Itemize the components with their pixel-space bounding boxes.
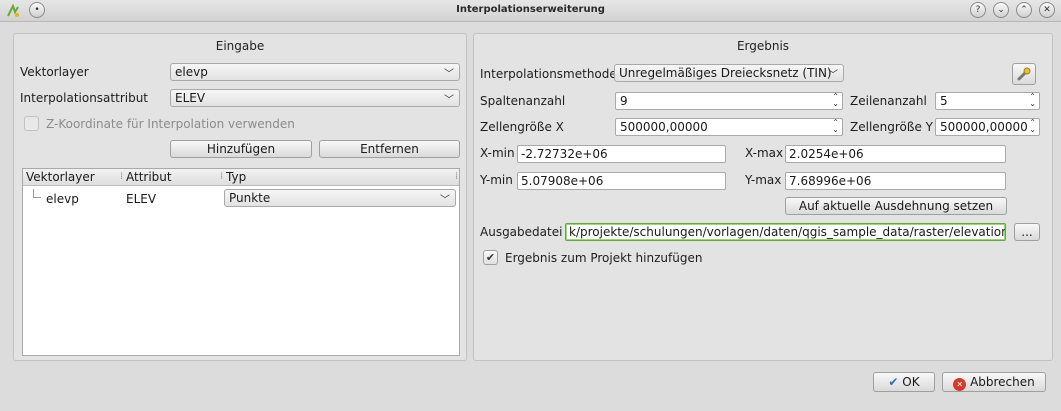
attribute-label: Interpolationsattribut [20, 91, 149, 105]
spin-arrows-icon[interactable]: ⌃ ⌄ [832, 119, 839, 134]
xmax-field[interactable]: 2.0254e+06 [785, 145, 1006, 163]
cellsize-x-spinbox[interactable]: 500000,00000 ⌃ ⌄ [615, 118, 843, 136]
close-icon[interactable]: ✕ [1039, 2, 1055, 18]
ymin-field[interactable]: 5.07908e+06 [517, 172, 726, 190]
vector-layer-value: elevp [175, 65, 208, 79]
check-icon: ✔ [888, 375, 899, 389]
row-attribute-cell: ELEV [126, 192, 157, 206]
window-title: Interpolationserweiterung [456, 4, 605, 15]
add-to-project-label: Ergebnis zum Projekt hinzufügen [505, 251, 703, 265]
ymax-label: Y-max [745, 173, 782, 187]
layer-table[interactable]: Vektorlayer ⁞ Attribut ⁞ Typ ⁞ elevp ELE… [22, 168, 460, 356]
chevron-down-icon: ﹀ [444, 69, 454, 80]
input-group: Eingabe Vektorlayer elevp ﹀ Interpolatio… [13, 33, 467, 361]
tree-branch [33, 189, 41, 198]
table-header: Vektorlayer ⁞ Attribut ⁞ Typ ⁞ [23, 169, 459, 186]
columns-spinbox[interactable]: 9 ⌃ ⌄ [615, 92, 843, 110]
cancel-icon: ✕ [953, 378, 967, 391]
minimize-icon[interactable]: ⌄ [993, 2, 1009, 18]
row-layer-cell: elevp [46, 192, 79, 206]
output-group-title: Ergebnis [736, 39, 790, 53]
ok-button[interactable]: ✔ OK [873, 372, 935, 392]
cellsize-y-label: Zellengröße Y [850, 120, 933, 134]
column-header-layer[interactable]: Vektorlayer [26, 170, 95, 184]
title-bar: • Interpolationserweiterung ? ⌄ ⌃ ✕ [0, 0, 1061, 22]
cellsize-y-value: 500000,00000 [940, 120, 1028, 134]
wrench-icon [1017, 67, 1031, 81]
chevron-down-icon: ﹀ [440, 195, 450, 206]
output-group: Ergebnis Interpolationsmethode Unregelmä… [473, 33, 1053, 361]
method-combo[interactable]: Unregelmäßiges Dreiecksnetz (TIN) ﹀ [614, 64, 844, 82]
maximize-icon[interactable]: ⌃ [1016, 2, 1032, 18]
dialog-button-bar: ✔ OK ✕ Abbrechen [0, 365, 1061, 411]
cellsize-y-spinbox[interactable]: 500000,00000 ⌃ ⌄ [935, 118, 1040, 136]
chevron-down-icon: ﹀ [828, 70, 838, 81]
vector-layer-combo[interactable]: elevp ﹀ [170, 63, 460, 81]
vector-layer-label: Vektorlayer [20, 65, 89, 79]
xmin-label: X-min [480, 146, 515, 160]
columns-label: Spaltenanzahl [480, 94, 566, 108]
spin-arrows-icon[interactable]: ⌃ ⌄ [1029, 119, 1036, 134]
output-file-field[interactable]: k/projekte/schulungen/vorlagen/daten/qgi… [565, 223, 1006, 241]
spin-arrows-icon[interactable]: ⌃ ⌄ [832, 93, 839, 108]
output-file-label: Ausgabedatei [480, 225, 563, 239]
cancel-label: Abbrechen [970, 375, 1035, 389]
cancel-button[interactable]: ✕ Abbrechen [942, 372, 1046, 392]
xmax-label: X-max [745, 146, 784, 160]
add-to-project-checkbox[interactable]: ✔ [483, 250, 498, 265]
attribute-combo[interactable]: ELEV ﹀ [170, 89, 460, 107]
spin-arrows-icon[interactable]: ⌃ ⌄ [1029, 93, 1036, 108]
row-type-combo[interactable]: Punkte ﹀ [224, 189, 456, 207]
ymax-field[interactable]: 7.68996e+06 [785, 172, 1006, 190]
cellsize-x-label: Zellengröße X [480, 120, 564, 134]
xmin-field[interactable]: -2.72732e+06 [517, 145, 726, 163]
set-current-extent-button[interactable]: Auf aktuelle Ausdehnung setzen [785, 197, 1007, 215]
z-coordinate-label: Z-Koordinate für Interpolation verwenden [46, 117, 295, 131]
rows-value: 5 [940, 94, 948, 108]
row-type-value: Punkte [229, 191, 271, 205]
column-header-attribute[interactable]: Attribut [126, 170, 172, 184]
input-group-title: Eingabe [215, 39, 265, 53]
z-coordinate-checkbox[interactable] [24, 116, 39, 131]
rows-label: Zeilenanzahl [850, 94, 927, 108]
attribute-value: ELEV [175, 91, 206, 105]
method-settings-button[interactable] [1012, 63, 1036, 85]
browse-button[interactable]: ... [1014, 223, 1040, 241]
chevron-down-icon: ﹀ [444, 95, 454, 106]
rows-spinbox[interactable]: 5 ⌃ ⌄ [935, 92, 1040, 110]
method-value: Unregelmäßiges Dreiecksnetz (TIN) [619, 66, 832, 80]
ymin-label: Y-min [480, 173, 513, 187]
columns-value: 9 [620, 94, 628, 108]
cellsize-x-value: 500000,00000 [620, 120, 708, 134]
column-header-type[interactable]: Typ [226, 170, 246, 184]
remove-button[interactable]: Entfernen [319, 140, 460, 158]
help-icon[interactable]: ? [970, 2, 986, 18]
method-label: Interpolationsmethode [480, 67, 617, 81]
add-button[interactable]: Hinzufügen [170, 140, 312, 158]
ok-label: OK [902, 375, 920, 389]
